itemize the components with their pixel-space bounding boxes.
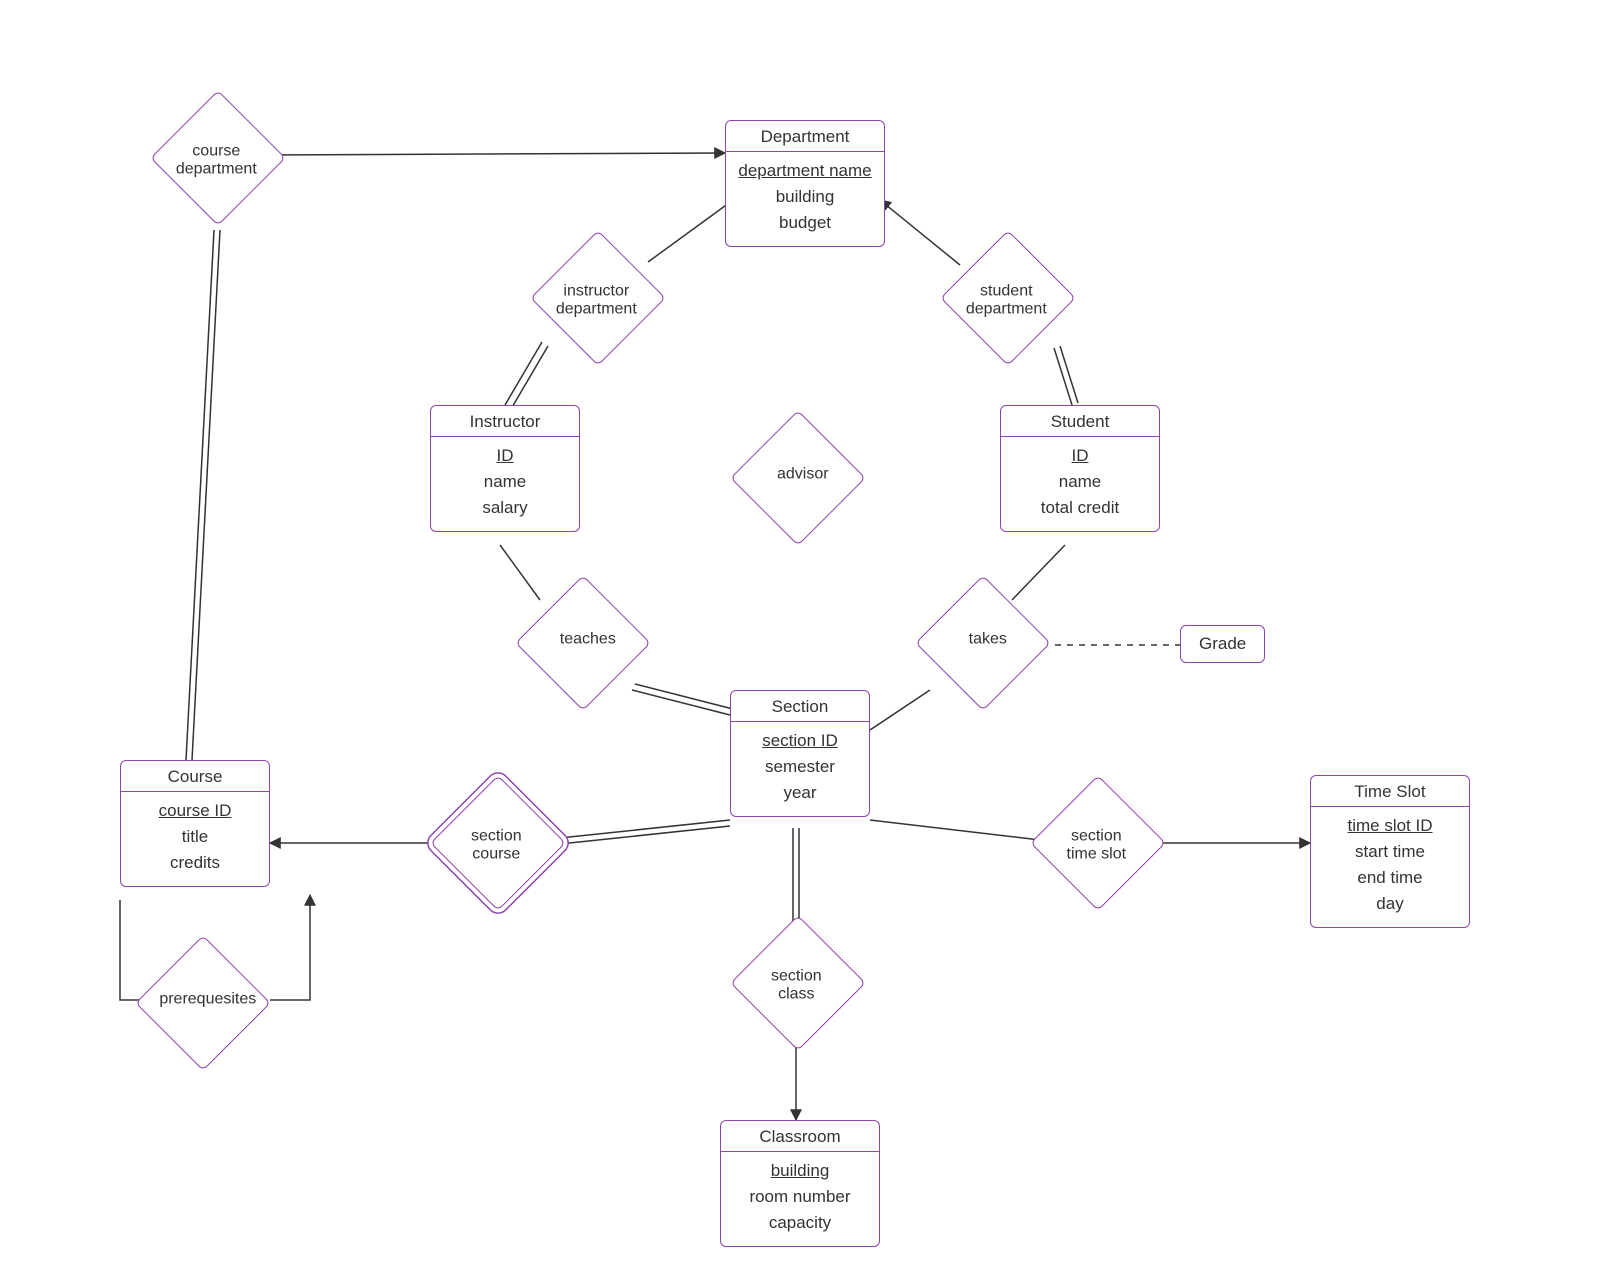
rel-prerequisites: prerequesites [135, 935, 271, 1071]
rel-section-course: sectioncourse [430, 775, 566, 911]
rel-course-department: coursedepartment [150, 90, 286, 226]
entity-title: Department [726, 121, 884, 152]
entity-section: Section section ID semester year [730, 690, 870, 817]
attr: title [131, 824, 259, 850]
attr: ID [441, 443, 569, 469]
attr: budget [736, 210, 874, 236]
rel-takes: takes [915, 575, 1051, 711]
rel-instructor-department: instructordepartment [530, 230, 666, 366]
entity-title: Section [731, 691, 869, 722]
rel-label: advisor [743, 465, 863, 483]
attr: credits [131, 850, 259, 876]
rel-section-class: sectionclass [730, 915, 866, 1051]
attr: salary [441, 495, 569, 521]
attr: ID [1011, 443, 1149, 469]
rel-label: takes [928, 630, 1048, 648]
attr: course ID [131, 798, 259, 824]
rel-label: prerequesites [148, 990, 268, 1008]
entity-course: Course course ID title credits [120, 760, 270, 887]
attr: total credit [1011, 495, 1149, 521]
assoc-grade: Grade [1180, 625, 1265, 663]
attr: room number [731, 1184, 869, 1210]
attr: building [736, 184, 874, 210]
entity-timeslot: Time Slot time slot ID start time end ti… [1310, 775, 1470, 928]
entity-department: Department department name building budg… [725, 120, 885, 247]
entity-title: Instructor [431, 406, 579, 437]
attr: name [1011, 469, 1149, 495]
attr: capacity [731, 1210, 869, 1236]
entity-title: Classroom [721, 1121, 879, 1152]
entity-title: Student [1001, 406, 1159, 437]
rel-label: sectionclass [736, 968, 856, 1005]
attr: name [441, 469, 569, 495]
assoc-label: Grade [1199, 634, 1246, 653]
attr: day [1321, 891, 1459, 917]
entity-student: Student ID name total credit [1000, 405, 1160, 532]
rel-section-timeslot: sectiontime slot [1030, 775, 1166, 911]
attr: semester [741, 754, 859, 780]
rel-student-department: studentdepartment [940, 230, 1076, 366]
rel-label: studentdepartment [946, 283, 1066, 320]
entity-title: Course [121, 761, 269, 792]
rel-label: teaches [528, 630, 648, 648]
entity-classroom: Classroom building room number capacity [720, 1120, 880, 1247]
attr: building [731, 1158, 869, 1184]
rel-advisor: advisor [730, 410, 866, 546]
attr: department name [736, 158, 874, 184]
attr: end time [1321, 865, 1459, 891]
attr: start time [1321, 839, 1459, 865]
attr: section ID [741, 728, 859, 754]
rel-label: sectiontime slot [1036, 828, 1156, 865]
entity-title: Time Slot [1311, 776, 1469, 807]
rel-label: sectioncourse [436, 828, 556, 865]
attr: time slot ID [1321, 813, 1459, 839]
rel-label: coursedepartment [156, 143, 276, 180]
rel-teaches: teaches [515, 575, 651, 711]
entity-instructor: Instructor ID name salary [430, 405, 580, 532]
rel-label: instructordepartment [536, 283, 656, 320]
attr: year [741, 780, 859, 806]
